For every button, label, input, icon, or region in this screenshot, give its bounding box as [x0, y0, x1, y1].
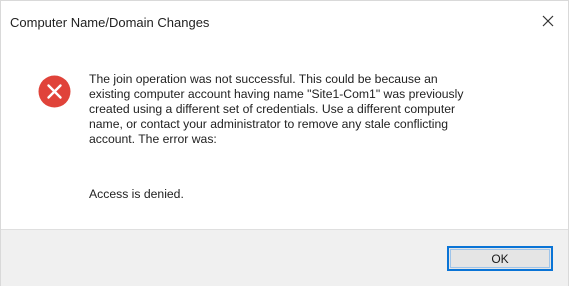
error-detail: Access is denied.: [89, 187, 184, 201]
ok-button[interactable]: OK: [447, 246, 553, 271]
close-icon: [542, 15, 554, 27]
error-icon: [38, 75, 71, 108]
title-bar: Computer Name/Domain Changes: [1, 1, 568, 45]
window-title: Computer Name/Domain Changes: [10, 15, 210, 30]
error-dialog: Computer Name/Domain Changes The join op…: [0, 0, 569, 286]
dialog-content: The join operation was not successful. T…: [1, 45, 568, 229]
close-button[interactable]: [528, 1, 568, 41]
ok-button-label: OK: [491, 251, 509, 266]
button-bar: OK: [1, 229, 568, 286]
error-message: The join operation was not successful. T…: [89, 72, 464, 146]
